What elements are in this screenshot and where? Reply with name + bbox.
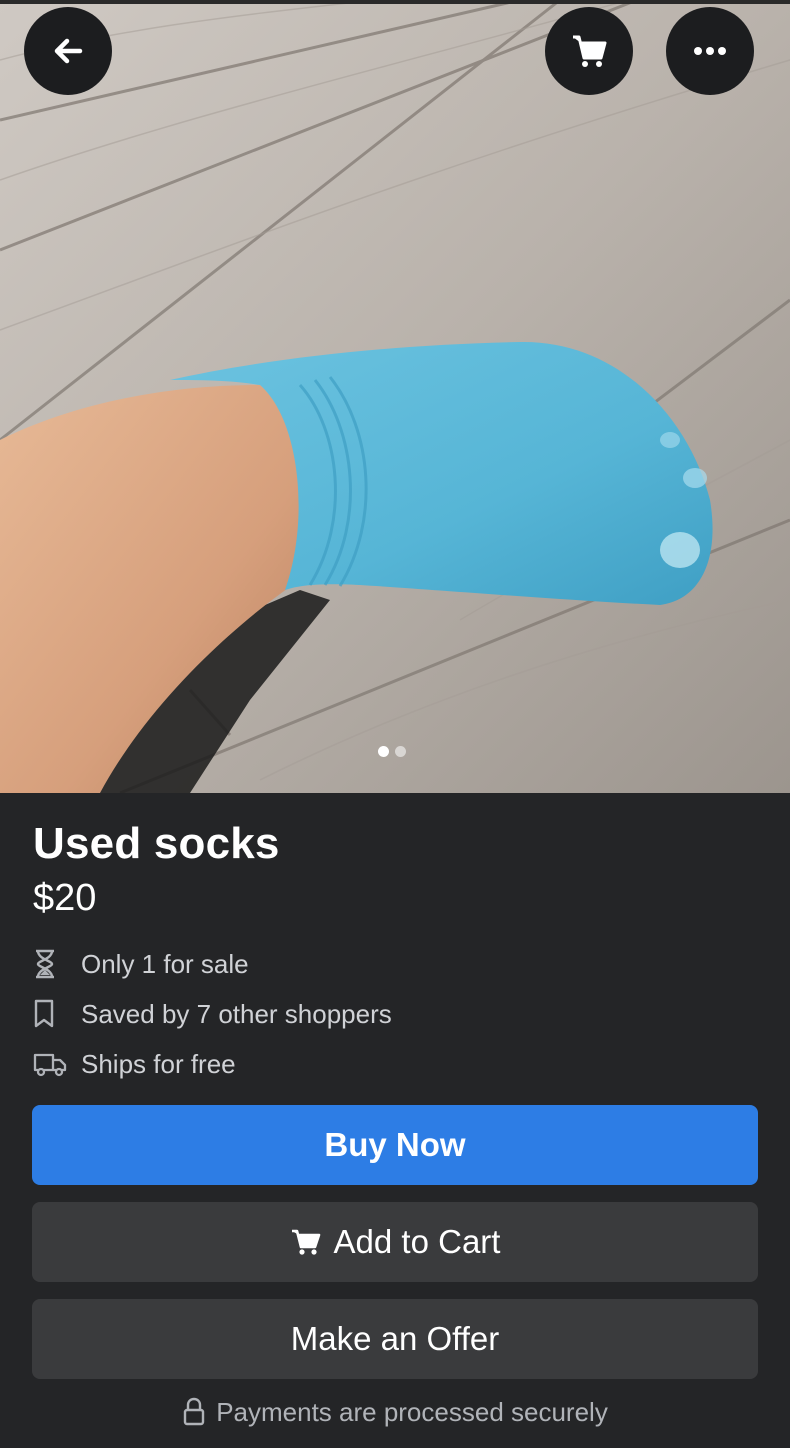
- buy-now-button[interactable]: Buy Now: [32, 1105, 758, 1185]
- status-bar-edge: [0, 0, 790, 4]
- listing-title: Used socks: [33, 819, 280, 868]
- bookmark-icon: [33, 998, 67, 1030]
- carousel-indicator: [378, 746, 406, 757]
- cart-icon: [290, 1227, 322, 1257]
- lock-icon: [182, 1397, 206, 1427]
- product-photo[interactable]: [0, 0, 790, 793]
- secure-payments-note: Payments are processed securely: [0, 1392, 790, 1432]
- detail-text: Ships for free: [81, 1048, 236, 1079]
- cart-icon: [573, 35, 607, 67]
- make-offer-button[interactable]: Make an Offer: [32, 1299, 758, 1379]
- carousel-dot-active: [378, 746, 389, 757]
- hourglass-icon: [33, 948, 67, 980]
- buy-now-label: Buy Now: [324, 1126, 466, 1163]
- cart-button[interactable]: [545, 7, 633, 95]
- carousel-dot: [395, 746, 406, 757]
- detail-saved: Saved by 7 other shoppers: [33, 998, 733, 1030]
- detail-availability: Only 1 for sale: [33, 948, 733, 980]
- listing-info: Used socks $20: [33, 815, 757, 923]
- detail-text: Saved by 7 other shoppers: [81, 998, 392, 1029]
- product-photo-sock: [0, 0, 790, 793]
- secure-text: Payments are processed securely: [216, 1396, 608, 1427]
- listing-price: $20: [33, 877, 97, 919]
- detail-text: Only 1 for sale: [81, 948, 249, 979]
- back-button[interactable]: [24, 7, 112, 95]
- add-to-cart-button[interactable]: Add to Cart: [32, 1202, 758, 1282]
- more-button[interactable]: [666, 7, 754, 95]
- more-horizontal-icon: [694, 47, 726, 55]
- make-offer-label: Make an Offer: [290, 1320, 500, 1357]
- arrow-left-icon: [54, 38, 83, 64]
- truck-icon: [33, 1048, 67, 1080]
- detail-shipping: Ships for free: [33, 1048, 733, 1080]
- add-to-cart-label: Add to Cart: [333, 1223, 501, 1260]
